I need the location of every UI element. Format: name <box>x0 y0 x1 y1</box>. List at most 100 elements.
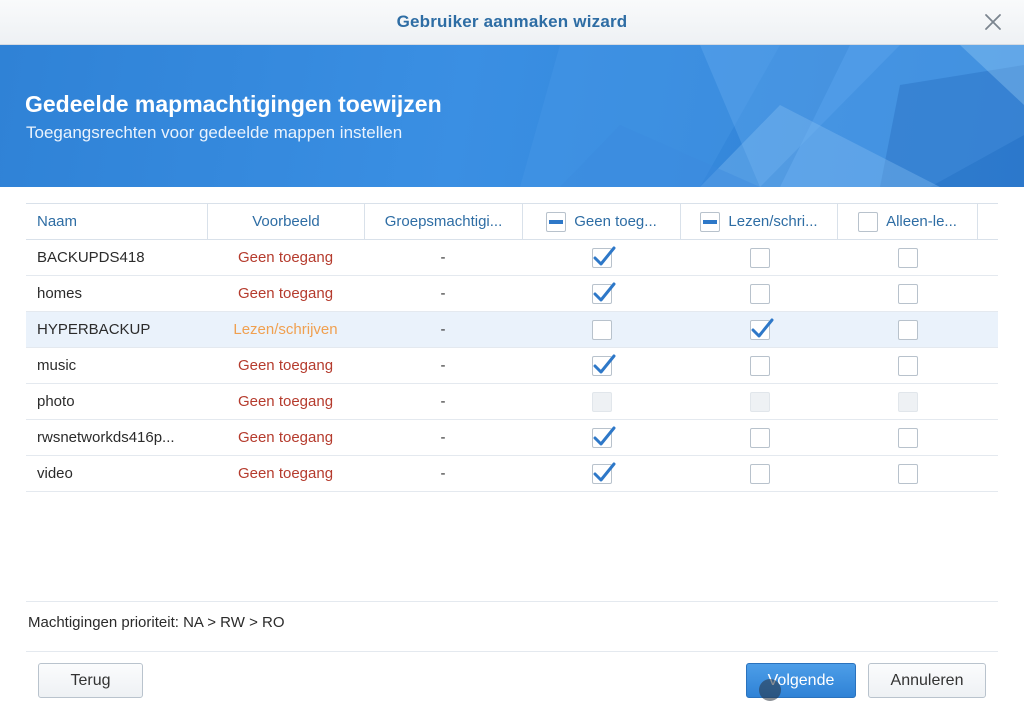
divider <box>26 601 998 602</box>
cancel-button[interactable]: Annuleren <box>868 663 986 698</box>
select-all-read-only-checkbox[interactable] <box>858 211 879 232</box>
group-permission: - <box>440 429 446 446</box>
permission-preview: Geen toegang <box>237 357 334 374</box>
permission-preview: Geen toegang <box>237 393 334 410</box>
read-write-checkbox[interactable] <box>749 463 770 484</box>
banner-subheading: Toegangsrechten voor gedeelde mappen ins… <box>26 123 403 142</box>
read-write-checkbox-cell <box>681 240 838 275</box>
folder-name: rwsnetworkds416p... <box>37 429 175 446</box>
checkmark-icon <box>593 354 616 373</box>
read-only-checkbox[interactable] <box>898 355 918 376</box>
no-access-checkbox-cell <box>523 384 681 419</box>
read-write-checkbox[interactable] <box>749 283 770 304</box>
group-permission: - <box>440 465 446 482</box>
read-only-checkbox-cell <box>838 276 978 311</box>
folder-name: music <box>37 357 77 374</box>
table-row[interactable]: video Geen toegang - <box>26 456 998 492</box>
read-write-checkbox-cell <box>681 276 838 311</box>
read-only-checkbox <box>898 391 918 412</box>
header-banner: Gedeelde mapmachtigingen toewijzen Toega… <box>0 45 1024 187</box>
checkmark-icon <box>593 246 616 265</box>
read-write-checkbox-cell <box>681 420 838 455</box>
folder-name: video <box>37 465 73 482</box>
table-row[interactable]: BACKUPDS418 Geen toegang - <box>26 240 998 276</box>
no-access-checkbox[interactable] <box>592 282 616 304</box>
column-header-name[interactable]: Naam <box>26 204 208 239</box>
checkmark-icon <box>751 318 773 337</box>
read-write-checkbox <box>749 391 770 412</box>
permission-preview: Geen toegang <box>237 285 334 302</box>
column-header-preview[interactable]: Voorbeeld <box>208 204 365 239</box>
wizard-window: Gebruiker aanmaken wizard Gedeelde mapma… <box>0 0 1024 706</box>
table-row[interactable]: music Geen toegang - <box>26 348 998 384</box>
column-header-read-only[interactable]: Alleen-le... <box>838 204 978 239</box>
read-only-checkbox-cell <box>838 240 978 275</box>
read-write-checkbox-cell <box>681 312 838 347</box>
folder-name: BACKUPDS418 <box>37 249 145 266</box>
folder-name: photo <box>37 393 75 410</box>
read-write-checkbox[interactable] <box>749 318 773 340</box>
checkmark-icon <box>593 282 616 301</box>
no-access-checkbox-cell <box>523 312 681 347</box>
no-access-checkbox[interactable] <box>592 462 616 484</box>
read-only-checkbox-cell <box>838 420 978 455</box>
permission-preview: Geen toegang <box>237 465 334 482</box>
group-permission: - <box>440 321 446 338</box>
back-button[interactable]: Terug <box>38 663 143 698</box>
table-row[interactable]: photo Geen toegang - <box>26 384 998 420</box>
read-only-checkbox[interactable] <box>898 319 918 340</box>
column-header-no-access[interactable]: Geen toeg... <box>523 204 681 239</box>
folder-name: HYPERBACKUP <box>37 321 151 338</box>
read-only-checkbox[interactable] <box>898 427 918 448</box>
close-button[interactable] <box>982 11 1004 33</box>
checkmark-icon <box>593 462 616 481</box>
window-title: Gebruiker aanmaken wizard <box>396 12 628 31</box>
table-header: Naam Voorbeeld Groepsmachtigi... Geen to… <box>26 203 998 240</box>
banner-heading: Gedeelde mapmachtigingen toewijzen <box>25 91 442 117</box>
permissions-table: Naam Voorbeeld Groepsmachtigi... Geen to… <box>26 203 998 492</box>
read-only-checkbox[interactable] <box>898 247 918 268</box>
select-all-read-write-checkbox[interactable] <box>700 211 721 232</box>
table-body: BACKUPDS418 Geen toegang - homes Geen toegan… <box>26 240 998 492</box>
checkmark-icon <box>593 426 616 445</box>
table-row[interactable]: homes Geen toegang - <box>26 276 998 312</box>
no-access-checkbox[interactable] <box>592 319 612 340</box>
no-access-checkbox[interactable] <box>592 354 616 376</box>
read-only-checkbox[interactable] <box>898 463 918 484</box>
no-access-checkbox <box>592 391 612 412</box>
no-access-checkbox-cell <box>523 420 681 455</box>
close-icon <box>985 14 1001 30</box>
read-write-checkbox-cell <box>681 456 838 491</box>
no-access-checkbox-cell <box>523 348 681 383</box>
read-only-checkbox-cell <box>838 312 978 347</box>
read-only-checkbox-cell <box>838 348 978 383</box>
read-only-checkbox-cell <box>838 384 978 419</box>
title-bar: Gebruiker aanmaken wizard <box>0 0 1024 45</box>
group-permission: - <box>440 393 446 410</box>
group-permission: - <box>440 357 446 374</box>
read-write-checkbox-cell <box>681 348 838 383</box>
read-only-checkbox-cell <box>838 456 978 491</box>
mouse-cursor <box>759 679 781 701</box>
table-row[interactable]: HYPERBACKUP Lezen/schrijven - <box>26 312 998 348</box>
permission-preview: Geen toegang <box>237 249 334 266</box>
permission-priority-note: Machtigingen prioriteit: NA > RW > RO <box>28 614 285 631</box>
no-access-checkbox-cell <box>523 276 681 311</box>
read-only-checkbox[interactable] <box>898 283 918 304</box>
no-access-checkbox-cell <box>523 240 681 275</box>
read-write-checkbox[interactable] <box>749 355 770 376</box>
group-permission: - <box>440 285 446 302</box>
permission-preview: Geen toegang <box>237 429 334 446</box>
group-permission: - <box>440 249 446 266</box>
column-header-group-permissions[interactable]: Groepsmachtigi... <box>365 204 523 239</box>
divider <box>26 651 998 652</box>
select-all-no-access-checkbox[interactable] <box>546 211 567 232</box>
column-header-read-write[interactable]: Lezen/schri... <box>681 204 838 239</box>
no-access-checkbox-cell <box>523 456 681 491</box>
table-row[interactable]: rwsnetworkds416p... Geen toegang - <box>26 420 998 456</box>
read-write-checkbox[interactable] <box>749 427 770 448</box>
read-write-checkbox[interactable] <box>749 247 770 268</box>
no-access-checkbox[interactable] <box>592 426 616 448</box>
no-access-checkbox[interactable] <box>592 246 616 268</box>
read-write-checkbox-cell <box>681 384 838 419</box>
